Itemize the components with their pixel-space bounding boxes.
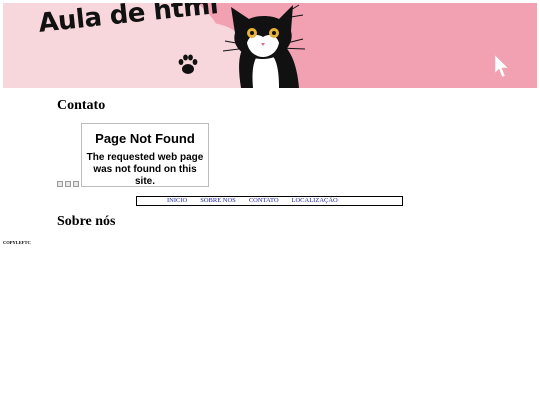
contato-heading: Contato bbox=[57, 98, 106, 113]
nav-link-localizacao[interactable]: LOCALIZAÇÃO bbox=[292, 197, 338, 205]
cat-illustration bbox=[222, 4, 306, 88]
nav-link-sobre-nos[interactable]: SOBRE NOS bbox=[200, 197, 236, 205]
embedded-frame[interactable]: Page Not Found The requested web page wa… bbox=[81, 123, 209, 187]
broken-image-icon[interactable] bbox=[73, 181, 79, 187]
nav-bar: INICIO SOBRE NOS CONTATO LOCALIZAÇÃO bbox=[136, 196, 403, 206]
broken-image-icon[interactable] bbox=[57, 181, 63, 187]
broken-image-icon[interactable] bbox=[65, 181, 71, 187]
frame-error-title: Page Not Found bbox=[95, 131, 195, 146]
paw-icon bbox=[178, 54, 198, 74]
frame-error-message: The requested web page was not found on … bbox=[86, 152, 204, 187]
nav-link-inicio[interactable]: INICIO bbox=[167, 197, 187, 205]
sobre-nos-heading: Sobre nós bbox=[57, 214, 116, 229]
cursor-icon bbox=[494, 54, 509, 78]
copyright-text: COPYLEFTC bbox=[3, 240, 31, 245]
header-banner: Aula de html bbox=[3, 3, 537, 88]
nav-link-contato[interactable]: CONTATO bbox=[249, 197, 279, 205]
